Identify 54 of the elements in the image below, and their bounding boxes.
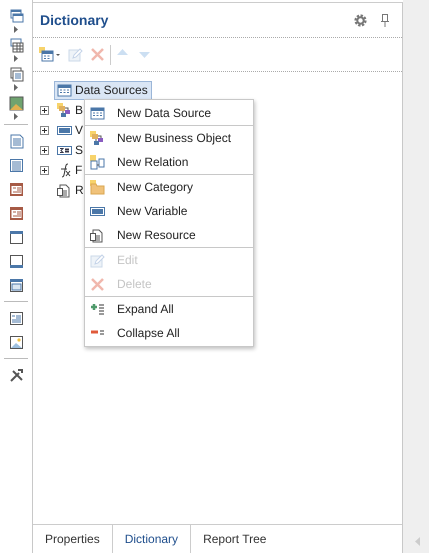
- settings-icon[interactable]: [354, 14, 367, 26]
- expand-icon[interactable]: [40, 146, 49, 154]
- picture-frame-icon[interactable]: [8, 334, 24, 350]
- menu-item[interactable]: New Category: [85, 175, 253, 199]
- linked-blocks-icon: [90, 130, 105, 146]
- image-icon[interactable]: [8, 96, 24, 110]
- tab[interactable]: Properties: [33, 525, 113, 553]
- tools-icon[interactable]: [8, 368, 24, 382]
- text-card-icon[interactable]: [8, 206, 24, 220]
- linked-blocks-icon: [57, 102, 72, 118]
- text-card-icon[interactable]: [8, 310, 24, 326]
- tab[interactable]: Report Tree: [191, 525, 278, 553]
- document-icon: [90, 228, 105, 242]
- document-icon: [57, 182, 72, 198]
- window-icon[interactable]: [8, 8, 24, 24]
- new-item-icon[interactable]: [39, 47, 61, 62]
- expand-arrow-icon[interactable]: [14, 112, 18, 120]
- menu-item[interactable]: New Data Source: [85, 101, 253, 125]
- expand-arrow-icon[interactable]: [14, 26, 18, 32]
- tree-item[interactable]: V: [54, 120, 88, 140]
- tree-item[interactable]: S: [54, 140, 88, 160]
- panel-title: Dictionary: [40, 12, 108, 28]
- tab[interactable]: Dictionary: [112, 525, 192, 553]
- header-band-icon[interactable]: [8, 230, 24, 244]
- table-icon[interactable]: [8, 38, 24, 52]
- form-icon[interactable]: [8, 278, 24, 292]
- cross-icon: [90, 276, 105, 292]
- footer-band-icon[interactable]: [8, 254, 24, 268]
- table-icon: [57, 82, 72, 98]
- tree-item[interactable]: Data Sources: [54, 80, 152, 100]
- menu-item[interactable]: New Relation: [85, 150, 253, 174]
- expand-arrow-icon[interactable]: [14, 54, 18, 62]
- tree-item[interactable]: R: [54, 180, 88, 200]
- plus-list-icon: [90, 302, 105, 316]
- menu-item[interactable]: New Business Object: [85, 126, 253, 150]
- page-icon[interactable]: [8, 134, 24, 148]
- expand-icon[interactable]: [40, 166, 49, 174]
- expand-arrow-icon[interactable]: [14, 84, 18, 90]
- pencil-icon: [90, 252, 105, 268]
- table-icon: [90, 106, 105, 120]
- menu-item[interactable]: New Resource: [85, 223, 253, 247]
- tree-item[interactable]: F: [54, 160, 86, 180]
- menu-item[interactable]: Collapse All: [85, 321, 253, 345]
- expand-icon[interactable]: [40, 106, 49, 114]
- folder-icon: [90, 180, 105, 194]
- pin-icon[interactable]: [381, 14, 389, 26]
- menu-item[interactable]: New Variable: [85, 199, 253, 223]
- relation-icon: [90, 154, 105, 170]
- text-panel-icon[interactable]: [8, 66, 24, 82]
- list-page-icon[interactable]: [8, 158, 24, 172]
- text-card-icon[interactable]: [8, 182, 24, 196]
- tree-item[interactable]: B: [54, 100, 88, 120]
- expand-icon[interactable]: [40, 126, 49, 134]
- menu-item[interactable]: Expand All: [85, 297, 253, 321]
